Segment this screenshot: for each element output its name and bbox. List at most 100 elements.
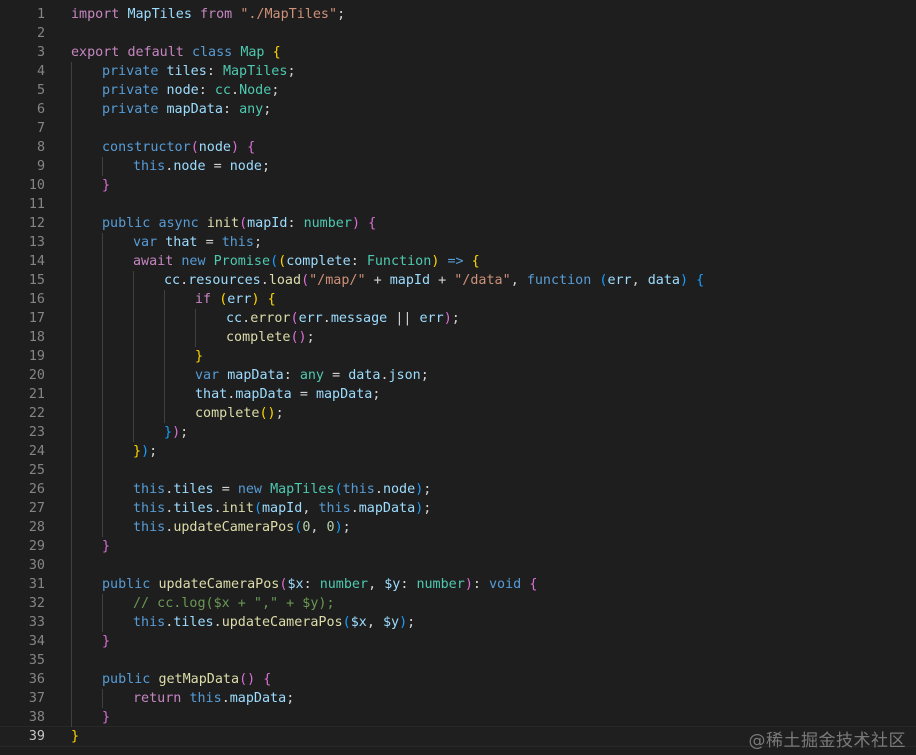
code-line[interactable]: 7: [0, 119, 916, 138]
indent-guide: [71, 62, 72, 727]
code-text: import MapTiles from "./MapTiles";: [71, 5, 345, 24]
code-token: ): [251, 292, 268, 307]
code-line[interactable]: 29}: [0, 537, 916, 556]
code-line[interactable]: 20 var mapData: any = data.json;: [0, 366, 916, 385]
line-number: 2: [36, 26, 45, 41]
code-token: ;: [287, 64, 296, 79]
line-number: 22: [28, 406, 45, 421]
line-number: 27: [28, 501, 45, 516]
code-token: ;: [337, 7, 346, 22]
code-text: var mapData: any = data.json;: [195, 366, 429, 385]
code-text: this.updateCameraPos(0, 0);: [133, 518, 351, 537]
code-line[interactable]: 37 return this.mapData;: [0, 689, 916, 708]
code-token: "/map/": [309, 273, 374, 288]
code-line[interactable]: 32 // cc.log($x + "," + $y);: [0, 594, 916, 613]
code-line[interactable]: 11: [0, 195, 916, 214]
code-line[interactable]: 30: [0, 556, 916, 575]
code-token: ;: [407, 615, 416, 630]
code-token: this: [133, 520, 166, 535]
code-token: =: [332, 368, 349, 383]
code-token: from: [200, 7, 241, 22]
indent-guide: [102, 689, 103, 708]
code-line[interactable]: 33 this.tiles.updateCameraPos($x, $y);: [0, 613, 916, 632]
code-line[interactable]: 9 this.node = node;: [0, 157, 916, 176]
code-token: this: [133, 482, 166, 497]
code-line[interactable]: 6 private mapData: any;: [0, 100, 916, 119]
code-line[interactable]: 27 this.tiles.init(mapId, this.mapData);: [0, 499, 916, 518]
code-token: MapTiles: [222, 64, 288, 79]
code-line[interactable]: 24});: [0, 442, 916, 461]
code-line[interactable]: 13 var that = this;: [0, 233, 916, 252]
code-token: ): [399, 615, 408, 630]
line-number: 24: [28, 444, 45, 459]
code-line[interactable]: 8 constructor(node) {: [0, 138, 916, 157]
code-token: err: [227, 292, 252, 307]
code-token: }: [133, 444, 142, 459]
code-line[interactable]: 4 private tiles: MapTiles;: [0, 62, 916, 81]
code-text: });: [133, 442, 157, 461]
code-token: {: [471, 254, 480, 269]
code-token: =: [213, 159, 230, 174]
code-text: cc.resources.load("/map/" + mapId + "/da…: [164, 271, 704, 290]
code-line[interactable]: 5 private node: cc.Node;: [0, 81, 916, 100]
code-token: .: [242, 311, 251, 326]
code-token: err: [607, 273, 632, 288]
code-token: ): [231, 140, 248, 155]
code-line[interactable]: 12 public async init(mapId: number) {: [0, 214, 916, 233]
code-line[interactable]: 22 complete();: [0, 404, 916, 423]
code-token: complete: [286, 254, 351, 269]
line-number: 21: [28, 387, 45, 402]
code-line[interactable]: 38}: [0, 708, 916, 727]
code-token: number: [303, 216, 352, 231]
code-token: any: [239, 102, 264, 117]
code-line[interactable]: 2: [0, 24, 916, 43]
code-token: cc: [226, 311, 243, 326]
code-line[interactable]: 25: [0, 461, 916, 480]
code-token: .: [213, 615, 222, 630]
code-token: ): [431, 254, 448, 269]
code-token: }: [195, 349, 204, 364]
code-line[interactable]: 35: [0, 651, 916, 670]
code-line[interactable]: 15 cc.resources.load("/map/" + mapId + "/…: [0, 271, 916, 290]
code-line[interactable]: 31 public updateCameraPos($x: number, $y:…: [0, 575, 916, 594]
code-line[interactable]: 1 import MapTiles from "./MapTiles";: [0, 5, 916, 24]
code-token: ): [334, 520, 343, 535]
code-line[interactable]: 36 public getMapData() {: [0, 670, 916, 689]
code-token: }: [71, 729, 80, 744]
code-token: .: [380, 368, 389, 383]
code-token: void: [489, 577, 530, 592]
code-line[interactable]: 3 export default class Map {: [0, 43, 916, 62]
code-token: data: [647, 273, 680, 288]
code-line[interactable]: 16 if (err) {: [0, 290, 916, 309]
line-number: 37: [28, 691, 45, 706]
code-token: :: [303, 577, 320, 592]
code-token: $y: [384, 577, 401, 592]
line-number: 23: [28, 425, 45, 440]
code-line[interactable]: 10}: [0, 176, 916, 195]
code-token: this: [133, 615, 166, 630]
code-line[interactable]: 21 that.mapData = mapData;: [0, 385, 916, 404]
code-token: async: [158, 216, 207, 231]
code-line[interactable]: 28 this.updateCameraPos(0, 0);: [0, 518, 916, 537]
code-token: (: [253, 501, 262, 516]
line-number: 33: [28, 615, 45, 630]
code-editor[interactable]: 1 import MapTiles from "./MapTiles"; 2 3 exp…: [0, 0, 916, 755]
code-line[interactable]: 19}: [0, 347, 916, 366]
code-text: }: [71, 727, 79, 746]
code-line[interactable]: 17 cc.error(err.message || err);: [0, 309, 916, 328]
code-token: :: [222, 102, 240, 117]
code-token: ): [172, 425, 181, 440]
code-text: cc.error(err.message || err);: [226, 309, 460, 328]
code-line[interactable]: 14 await new Promise((complete: Function)…: [0, 252, 916, 271]
line-number: 12: [28, 216, 45, 231]
code-token: ,: [302, 501, 319, 516]
code-line[interactable]: 18 complete();: [0, 328, 916, 347]
line-number: 13: [28, 235, 45, 250]
code-token: ;: [180, 425, 189, 440]
code-token: .: [374, 482, 383, 497]
code-line[interactable]: 34}: [0, 632, 916, 651]
code-token: "/data": [454, 273, 511, 288]
code-line[interactable]: 23});: [0, 423, 916, 442]
code-line[interactable]: 26 this.tiles = new MapTiles(this.node);: [0, 480, 916, 499]
code-token: .: [213, 501, 222, 516]
